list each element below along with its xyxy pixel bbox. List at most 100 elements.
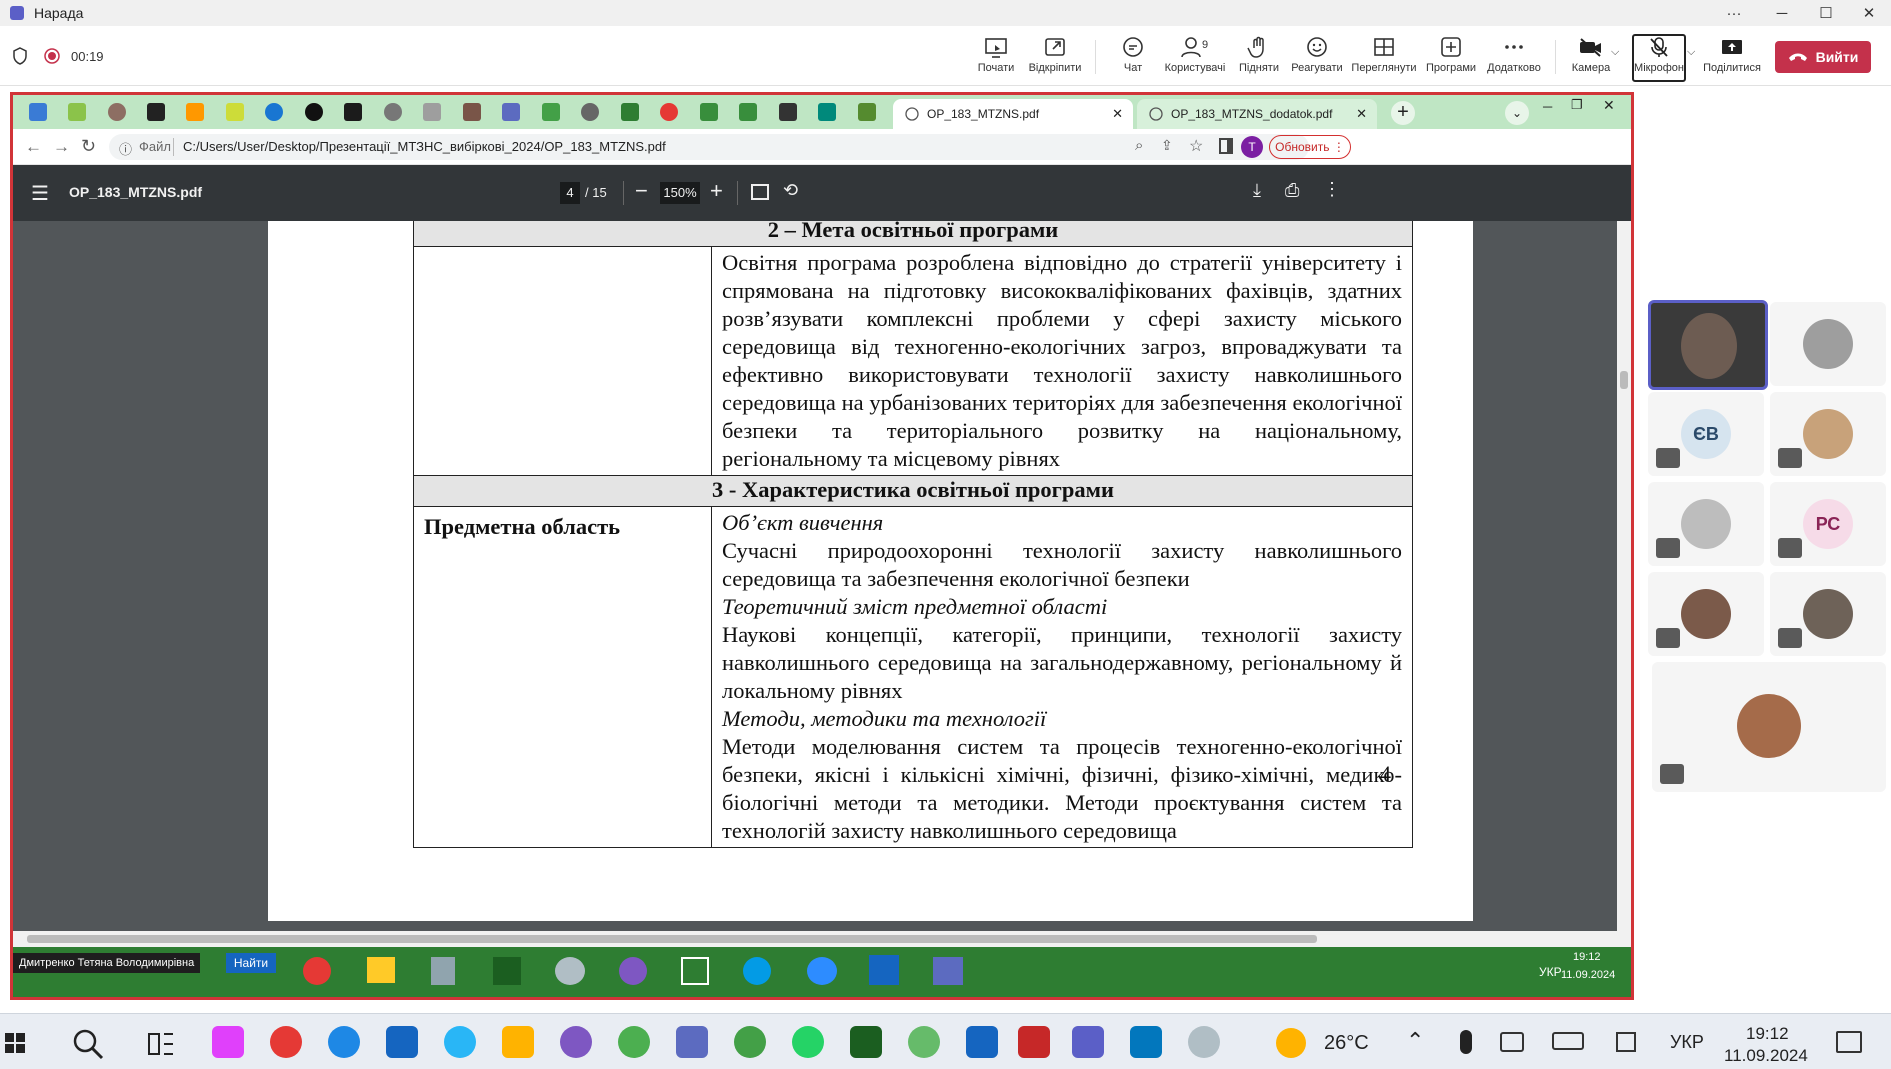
page-number-input[interactable]: 4 [560,182,580,204]
zoom-app-icon[interactable] [807,957,837,985]
reload-icon[interactable]: ↻ [81,136,96,157]
bookmark-icon[interactable] [858,103,876,121]
outlook-app-icon[interactable] [1130,1026,1162,1058]
apps-button[interactable]: Програми [1416,36,1486,86]
chrome-app-icon[interactable] [303,957,331,985]
microphone-tray-icon[interactable] [1460,1030,1472,1054]
telegram-app-icon[interactable] [444,1026,476,1058]
bookmark-icon[interactable] [384,103,402,121]
word-app-icon[interactable] [966,1026,998,1058]
zoom-in-icon[interactable]: + [710,178,723,204]
bookmark-star-icon[interactable]: ☆ [1189,136,1203,156]
bookmark-icon[interactable] [186,103,204,121]
address-field[interactable]: ⓘ Файл C:/Users/User/Desktop/Презентації… [109,134,1309,160]
bookmark-icon[interactable] [344,103,362,121]
bookmark-icon[interactable] [779,103,797,121]
word-app-icon[interactable] [869,955,899,985]
download-icon[interactable]: ⤓ [1253,180,1261,201]
participant-tile[interactable]: ЄВ [1648,392,1764,476]
mic-button[interactable]: Мікрофон [1632,34,1686,82]
zoom-out-icon[interactable]: − [635,178,648,204]
sidebar-panel-icon[interactable] [1219,138,1233,154]
viber-app-icon[interactable] [619,957,647,985]
screen-tray-icon[interactable] [1500,1032,1524,1052]
bookmark-icon[interactable] [739,103,757,121]
camera-button[interactable]: Камера [1556,36,1626,86]
participant-tile[interactable] [1648,482,1764,566]
info-icon[interactable]: ⓘ [119,139,132,158]
new-tab-button[interactable]: + [1391,101,1415,125]
zoom-level-input[interactable]: 150% [660,182,700,204]
bookmark-icon[interactable] [68,103,86,121]
fit-page-icon[interactable] [751,184,769,200]
pdf-app-icon[interactable] [1018,1026,1050,1058]
minimize-button[interactable]: ─ [1760,0,1804,26]
browser-close-button[interactable]: ✕ [1603,97,1615,114]
bookmark-icon[interactable] [29,103,47,121]
participant-tile[interactable]: РС [1770,482,1886,566]
bookmark-icon[interactable] [502,103,520,121]
whatsapp-app-icon[interactable] [792,1026,824,1058]
camera-dropdown-chevron-icon[interactable]: ⌵ [1611,46,1619,59]
view-button[interactable]: Переглянути [1349,36,1419,86]
forward-arrow-icon[interactable]: → [53,137,70,157]
unpin-button[interactable]: Відкріпити [1020,36,1090,86]
tab-search-chevron-icon[interactable]: ⌄ [1505,101,1529,125]
close-window-button[interactable]: ✕ [1847,0,1891,26]
share-button[interactable]: Поділитися [1697,36,1767,86]
language-indicator[interactable]: УКР [1670,1032,1704,1053]
mail-app-icon[interactable] [386,1026,418,1058]
back-arrow-icon[interactable]: ← [25,137,42,157]
update-browser-button[interactable]: Обновить ⋮ [1269,135,1351,159]
edge-app-icon[interactable] [743,957,771,985]
teams-active-app-icon[interactable] [1072,1026,1104,1058]
participant-tile[interactable] [1652,662,1886,792]
more-vertical-icon[interactable]: ⋮ [1323,179,1341,200]
weather-temp[interactable]: 26°C [1324,1032,1369,1055]
edge-app-icon[interactable] [328,1026,360,1058]
browser-restore-button[interactable]: ❐ [1571,97,1583,113]
viber-app-icon[interactable] [560,1026,592,1058]
task-view-icon[interactable] [146,1030,176,1058]
bookmark-icon[interactable] [423,103,441,121]
qgis-app-icon[interactable] [734,1026,766,1058]
bookmark-icon[interactable] [305,103,323,121]
users-button[interactable]: 9 Користувачі [1160,36,1230,86]
explorer-app-icon[interactable] [367,957,395,983]
vertical-scrollbar[interactable] [1617,221,1631,949]
react-button[interactable]: Реагувати [1282,36,1352,86]
copilot-app-icon[interactable] [212,1026,244,1058]
excel-app-icon[interactable] [681,957,709,985]
teams-app-icon[interactable] [933,957,963,985]
bookmark-icon[interactable] [147,103,165,121]
keyboard-tray-icon[interactable] [1552,1032,1584,1050]
chat-button[interactable]: Чат [1098,36,1168,86]
scrollbar-thumb[interactable] [27,935,1317,943]
maximize-button[interactable]: ☐ [1804,0,1848,26]
bookmark-icon[interactable] [700,103,718,121]
menu-hamburger-icon[interactable]: ☰ [31,181,49,206]
browser-minimize-button[interactable]: ─ [1543,99,1552,114]
participant-tile[interactable] [1770,392,1886,476]
windows-start-icon[interactable] [4,1032,26,1054]
search-icon[interactable] [72,1028,104,1060]
more-button[interactable]: Додатково [1479,36,1549,86]
participant-tile[interactable] [1770,302,1886,386]
clock-date[interactable]: 11.09.2024 [1724,1046,1808,1066]
tab-op-183-dodatok[interactable]: OP_183_MTZNS_dodatok.pdf ✕ [1137,99,1377,129]
bookmark-icon[interactable] [265,103,283,121]
print-icon[interactable]: ⎙ [1285,180,1299,201]
paint-app-icon[interactable] [555,957,585,985]
scrollbar-thumb[interactable] [1620,371,1628,389]
close-tab-icon[interactable]: ✕ [1112,106,1123,122]
calculator-app-icon[interactable] [431,957,455,985]
chrome-app-icon[interactable] [618,1026,650,1058]
notifications-icon[interactable] [1836,1031,1862,1053]
close-tab-icon[interactable]: ✕ [1356,106,1367,122]
paint-app-icon[interactable] [1188,1026,1220,1058]
store-app-icon[interactable] [493,957,521,985]
share-page-icon[interactable]: ⇪ [1161,137,1173,154]
mic-dropdown-chevron-icon[interactable]: ⌵ [1687,46,1695,59]
rotate-icon[interactable]: ⟲ [783,180,798,201]
qgis-app-icon[interactable] [908,1026,940,1058]
